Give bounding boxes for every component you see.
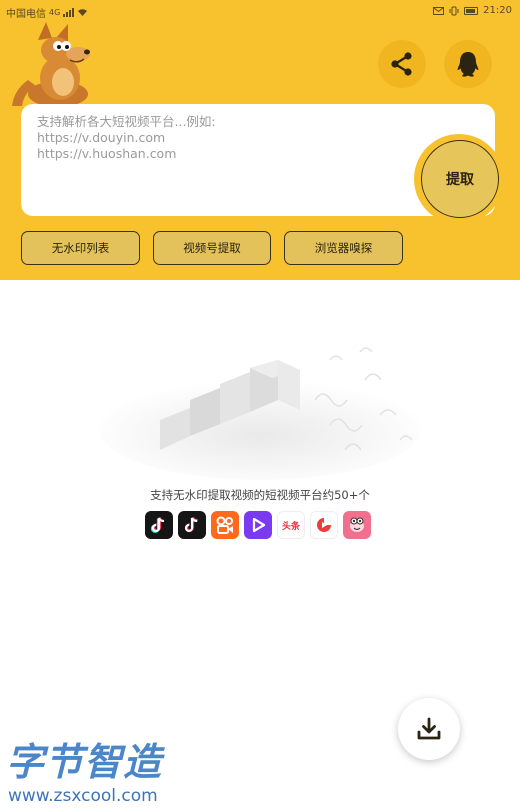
xigua-icon xyxy=(310,511,338,539)
platform-icons: 头条 xyxy=(145,511,371,539)
douyin-lite-icon xyxy=(178,511,206,539)
status-left: 中国电信 4G xyxy=(6,5,88,20)
status-right: 21:20 xyxy=(433,5,512,16)
watermark: 字节智造 www.zsxcool.com xyxy=(6,740,196,810)
header: 中国电信 4G 21:20 支持解析各大短视频平台...例如: https://… xyxy=(0,0,520,280)
toutiao-icon: 头条 xyxy=(277,511,305,539)
download-button[interactable] xyxy=(398,698,460,760)
wifi-icon xyxy=(78,9,88,16)
network-label: 4G xyxy=(49,8,61,17)
carrier-label: 中国电信 xyxy=(6,9,46,20)
watermark-url: www.zsxcool.com xyxy=(8,786,158,806)
status-bar: 中国电信 4G 21:20 xyxy=(0,0,520,22)
qq-penguin-icon xyxy=(457,52,479,77)
pipixia-icon xyxy=(343,511,371,539)
toutiao-label: 头条 xyxy=(281,521,300,532)
weishi-icon xyxy=(244,511,272,539)
douyin-icon xyxy=(145,511,173,539)
qq-button[interactable] xyxy=(444,40,492,88)
share-button[interactable] xyxy=(378,40,426,88)
link-input-placeholder: 支持解析各大短视频平台...例如: https://v.douyin.com h… xyxy=(37,114,216,161)
mail-icon xyxy=(433,6,445,15)
watermark-free-list-button[interactable]: 无水印列表 xyxy=(21,231,140,265)
empty-state-illustration xyxy=(100,347,420,480)
battery-icon xyxy=(464,6,479,15)
signal-icon xyxy=(63,8,75,17)
kangaroo-logo xyxy=(12,22,90,107)
watermark-title: 字节智造 xyxy=(6,740,163,784)
kuaishou-icon xyxy=(211,511,239,539)
browser-sniff-button[interactable]: 浏览器嗅探 xyxy=(284,231,403,265)
download-icon xyxy=(417,717,441,740)
extract-button[interactable]: 提取 xyxy=(421,140,499,218)
clock-label: 21:20 xyxy=(483,5,512,16)
vibrate-icon xyxy=(449,6,459,15)
share-icon xyxy=(391,52,412,76)
supported-platforms-text: 支持无水印提取视频的短视频平台约50+个 xyxy=(150,488,370,502)
channels-extract-button[interactable]: 视频号提取 xyxy=(153,231,271,265)
